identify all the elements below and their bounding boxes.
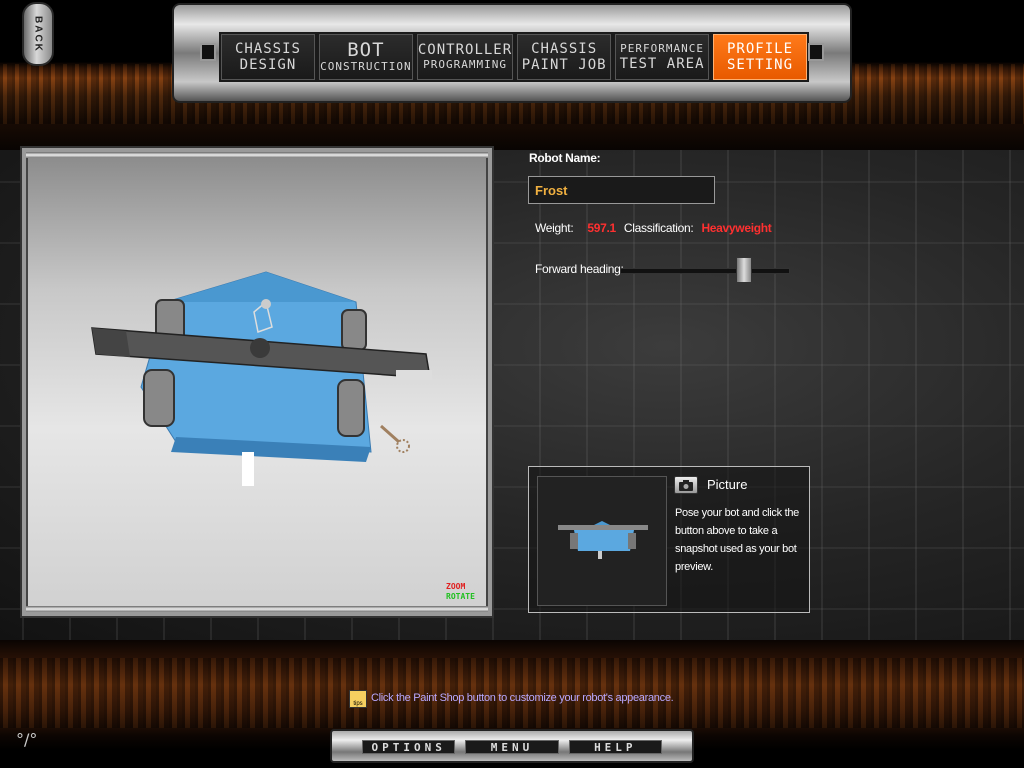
nav-tabs: CHASSIS DESIGN BOT CONSTRUCTION CONTROLL… xyxy=(219,32,809,82)
picture-description: Pose your bot and click the button above… xyxy=(675,507,799,573)
robot-tail xyxy=(242,452,254,486)
weapon-bar-end xyxy=(92,328,130,357)
tab-label: CONTROLLER xyxy=(417,42,513,58)
help-button[interactable]: HELP xyxy=(568,740,662,754)
classification-value: Heavyweight xyxy=(701,221,772,235)
tab-label: CHASSIS xyxy=(234,41,301,57)
wheel xyxy=(337,379,365,437)
weight-value: 597.1 xyxy=(587,221,616,235)
wheel xyxy=(341,309,367,351)
forward-heading-label: Forward heading: xyxy=(535,262,624,276)
rotation-gizmo xyxy=(380,424,410,453)
tab-label: PROFILE xyxy=(727,41,794,57)
menu-button[interactable]: MENU xyxy=(465,740,559,754)
tab-label: CHASSIS xyxy=(531,41,598,57)
tab-performance-test-area[interactable]: PERFORMANCE TEST AREA xyxy=(615,34,710,80)
tab-profile-setting[interactable]: PROFILE SETTING xyxy=(713,34,807,80)
bot-preview-image xyxy=(537,476,667,606)
tip-text: Click the Paint Shop button to customize… xyxy=(371,692,674,704)
back-label: BACK xyxy=(32,15,44,53)
tips-icon: tips xyxy=(349,690,367,708)
tab-label: PERFORMANCE xyxy=(620,42,704,55)
robot-model xyxy=(91,271,432,486)
bar-tip xyxy=(396,370,432,380)
weight-label: Weight: xyxy=(535,221,574,235)
tab-label: TEST AREA xyxy=(619,56,705,72)
heading-slider-thumb[interactable] xyxy=(735,257,752,283)
camera-icon xyxy=(679,479,693,491)
tips-icon-label: tips xyxy=(353,701,363,707)
robot-stats: Weight: 597.1 Classification: Heavyweigh… xyxy=(535,221,772,235)
preview-robot xyxy=(558,521,648,559)
robot-wedge xyxy=(166,272,356,302)
picture-panel: Picture Pose your bot and click the butt… xyxy=(528,466,810,613)
zoom-rotate-hint: ZOOM ROTATE xyxy=(446,582,475,602)
weapon-hub xyxy=(250,338,270,358)
robot-name-input[interactable] xyxy=(528,176,715,204)
zoom-label: ZOOM xyxy=(446,582,466,591)
tab-label: DESIGN xyxy=(239,57,297,73)
bottom-buttons: OPTIONS MENU HELP xyxy=(362,740,662,754)
back-button[interactable]: BACK xyxy=(22,2,54,66)
motor-pin xyxy=(261,299,271,309)
tab-controller-programming[interactable]: CONTROLLER PROGRAMMING xyxy=(416,34,514,80)
tab-label: SETTING xyxy=(727,57,794,73)
top-nav: CHASSIS DESIGN BOT CONSTRUCTION CONTROLL… xyxy=(172,3,852,103)
game-logo-icon: °/° xyxy=(16,730,38,749)
robot-3d-viewport[interactable]: ZOOM ROTATE xyxy=(22,148,492,616)
tab-label: PAINT JOB xyxy=(521,57,607,73)
take-snapshot-button[interactable] xyxy=(674,476,698,494)
tab-label: BOT xyxy=(347,39,385,61)
wheel xyxy=(143,369,175,427)
options-button[interactable]: OPTIONS xyxy=(362,740,456,754)
robot-name-label: Robot Name: xyxy=(529,151,601,165)
rotate-label: ROTATE xyxy=(446,592,475,601)
picture-title: Picture xyxy=(707,477,748,492)
tab-label: CONSTRUCTION xyxy=(320,60,412,73)
classification-label: Classification: xyxy=(623,221,694,235)
tab-label: PROGRAMMING xyxy=(423,58,507,71)
heading-slider-track[interactable] xyxy=(620,268,790,274)
tab-bot-construction[interactable]: BOT CONSTRUCTION xyxy=(318,34,413,80)
tab-chassis-paint-job[interactable]: CHASSIS PAINT JOB xyxy=(517,34,612,80)
tab-chassis-design[interactable]: CHASSIS DESIGN xyxy=(221,34,315,80)
bottom-nav: OPTIONS MENU HELP xyxy=(330,729,694,763)
